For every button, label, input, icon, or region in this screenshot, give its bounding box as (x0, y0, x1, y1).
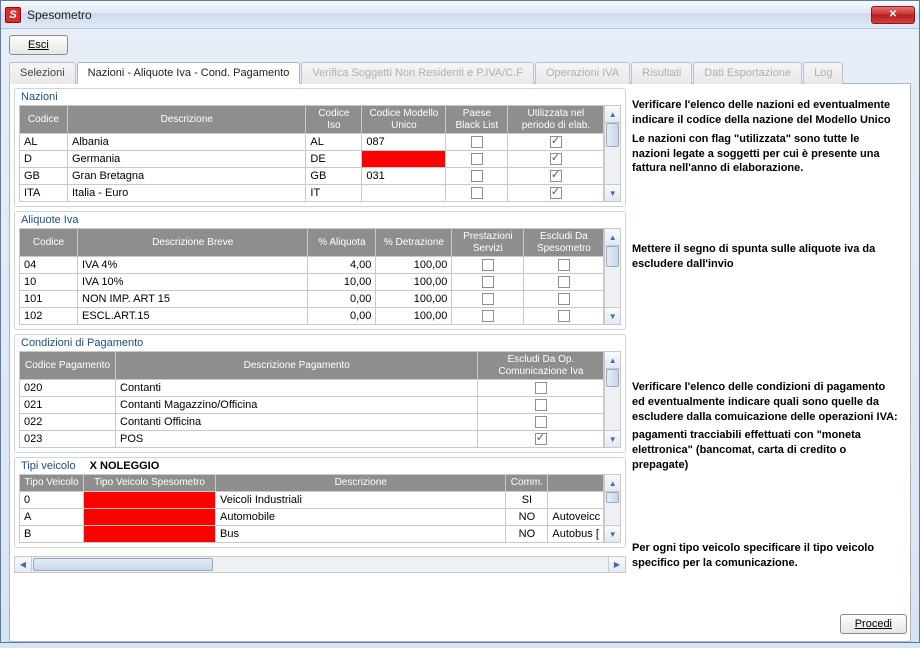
scroll-down-icon[interactable]: ▼ (605, 525, 620, 542)
esci-button[interactable]: Esci (9, 35, 68, 55)
checkbox[interactable] (482, 293, 494, 305)
checkbox[interactable] (535, 382, 547, 394)
checkbox[interactable] (482, 259, 494, 271)
tab-strip: Selezioni Nazioni - Aliquote Iva - Cond.… (9, 61, 911, 84)
table-row[interactable]: GB Gran Bretagna GB 031 (20, 168, 604, 185)
grid-aliquote-header: Codice Descrizione Breve % Aliquota % De… (20, 229, 604, 257)
group-aliquote: Aliquote Iva Codice Descrizione Breve % … (14, 211, 626, 330)
scroll-up-icon[interactable]: ▲ (605, 352, 620, 369)
table-row[interactable]: 04 IVA 4% 4,00 100,00 (20, 257, 604, 274)
checkbox[interactable] (482, 310, 494, 322)
tab-verifica[interactable]: Verifica Soggetti Non Residenti e P.IVA/… (301, 62, 534, 84)
tab-operazioni[interactable]: Operazioni IVA (535, 62, 630, 84)
table-row[interactable]: 10 IVA 10% 10,00 100,00 (20, 274, 604, 291)
checkbox[interactable] (550, 153, 562, 165)
checkbox[interactable] (471, 136, 483, 148)
grid-tipi-scrollbar[interactable]: ▲ ▼ (604, 474, 621, 543)
grid-condizioni-scrollbar[interactable]: ▲ ▼ (604, 351, 621, 448)
table-row[interactable]: 020 Contanti (20, 380, 604, 397)
window-title: Spesometro (27, 8, 92, 22)
checkbox[interactable] (550, 187, 562, 199)
table-row[interactable]: 021 Contanti Magazzino/Officina (20, 397, 604, 414)
table-row[interactable]: 102 ESCL.ART.15 0,00 100,00 (20, 308, 604, 325)
close-icon: ✕ (889, 9, 897, 20)
checkbox[interactable] (558, 310, 570, 322)
checkbox[interactable] (558, 293, 570, 305)
table-row[interactable]: D Germania DE (20, 151, 604, 168)
info-aliquote: Mettere il segno di spunta sulle aliquot… (632, 242, 900, 272)
grid-nazioni[interactable]: Codice Descrizione Codice Iso Codice Mod… (19, 105, 604, 202)
app-window: S Spesometro ✕ Esci Selezioni Nazioni - … (0, 0, 920, 643)
tab-body: Nazioni Codice Descrizione Codice Iso Co… (9, 84, 911, 642)
grid-tipi-header: Tipo Veicolo Tipo Veicolo Spesometro Des… (20, 475, 604, 492)
scroll-down-icon[interactable]: ▼ (605, 430, 620, 447)
checkbox[interactable] (535, 416, 547, 428)
tab-log[interactable]: Log (803, 62, 843, 84)
checkbox[interactable] (471, 187, 483, 199)
grid-aliquote-scrollbar[interactable]: ▲ ▼ (604, 228, 621, 325)
checkbox[interactable] (550, 136, 562, 148)
tab-dati[interactable]: Dati Esportazione (693, 62, 802, 84)
table-row[interactable]: 023 POS (20, 431, 604, 448)
titlebar: S Spesometro ✕ (1, 1, 919, 29)
grid-condizioni-header: Codice Pagamento Descrizione Pagamento E… (20, 352, 604, 380)
scroll-right-icon[interactable]: ▶ (608, 557, 625, 572)
procedi-button[interactable]: Procedi (840, 614, 907, 634)
info-nazioni-1: Verificare l'elenco delle nazioni ed eve… (632, 98, 900, 128)
window-close-button[interactable]: ✕ (871, 6, 915, 24)
info-cond-1: Verificare l'elenco delle condizioni di … (632, 380, 900, 425)
app-icon: S (5, 7, 21, 23)
grid-nazioni-scrollbar[interactable]: ▲ ▼ (604, 105, 621, 202)
tipi-badge: X NOLEGGIO (90, 460, 160, 472)
group-condizioni: Condizioni di Pagamento Codice Pagamento… (14, 334, 626, 453)
table-row[interactable]: 101 NON IMP. ART 15 0,00 100,00 (20, 291, 604, 308)
tab-risultati[interactable]: Risultati (631, 62, 692, 84)
table-row[interactable]: A Automobile NO Autoveicc (20, 508, 604, 525)
group-tipi-title: Tipi veicolo X NOLEGGIO (19, 460, 621, 474)
grid-nazioni-header: Codice Descrizione Codice Iso Codice Mod… (20, 106, 604, 134)
info-tipi: Per ogni tipo veicolo specificare il tip… (632, 541, 900, 571)
table-row[interactable]: 0 Veicoli Industriali SI (20, 491, 604, 508)
scroll-up-icon[interactable]: ▲ (605, 229, 620, 246)
table-row[interactable]: 022 Contanti Officina (20, 414, 604, 431)
scroll-down-icon[interactable]: ▼ (605, 184, 620, 201)
checkbox[interactable] (558, 259, 570, 271)
table-row[interactable]: ITA Italia - Euro IT (20, 185, 604, 202)
table-row[interactable]: AL Albania AL 087 (20, 134, 604, 151)
grid-tipi[interactable]: Tipo Veicolo Tipo Veicolo Spesometro Des… (19, 474, 604, 543)
tab-selezioni[interactable]: Selezioni (9, 62, 76, 84)
grid-aliquote[interactable]: Codice Descrizione Breve % Aliquota % De… (19, 228, 604, 325)
horizontal-scrollbar[interactable]: ◀ ▶ (14, 556, 626, 573)
group-condizioni-title: Condizioni di Pagamento (19, 337, 621, 351)
group-tipi: Tipi veicolo X NOLEGGIO Tipo Veicolo Tip… (14, 457, 626, 548)
checkbox[interactable] (482, 276, 494, 288)
info-panel: Verificare l'elenco delle nazioni ed eve… (626, 88, 906, 637)
checkbox[interactable] (535, 433, 547, 445)
checkbox[interactable] (471, 170, 483, 182)
table-row[interactable]: B Bus NO Autobus [ (20, 525, 604, 542)
grid-condizioni[interactable]: Codice Pagamento Descrizione Pagamento E… (19, 351, 604, 448)
checkbox[interactable] (550, 170, 562, 182)
checkbox[interactable] (471, 153, 483, 165)
scroll-down-icon[interactable]: ▼ (605, 307, 620, 324)
scroll-up-icon[interactable]: ▲ (605, 106, 620, 123)
tab-nazioni[interactable]: Nazioni - Aliquote Iva - Cond. Pagamento (77, 62, 301, 84)
group-nazioni: Nazioni Codice Descrizione Codice Iso Co… (14, 88, 626, 207)
group-aliquote-title: Aliquote Iva (19, 214, 621, 228)
checkbox[interactable] (535, 399, 547, 411)
group-nazioni-title: Nazioni (19, 91, 621, 105)
info-nazioni-2: Le nazioni con flag "utilizzata" sono tu… (632, 132, 900, 177)
scroll-up-icon[interactable]: ▲ (605, 475, 620, 492)
scroll-left-icon[interactable]: ◀ (15, 557, 32, 572)
checkbox[interactable] (558, 276, 570, 288)
info-cond-2: pagamenti tracciabili effettuati con "mo… (632, 428, 900, 473)
